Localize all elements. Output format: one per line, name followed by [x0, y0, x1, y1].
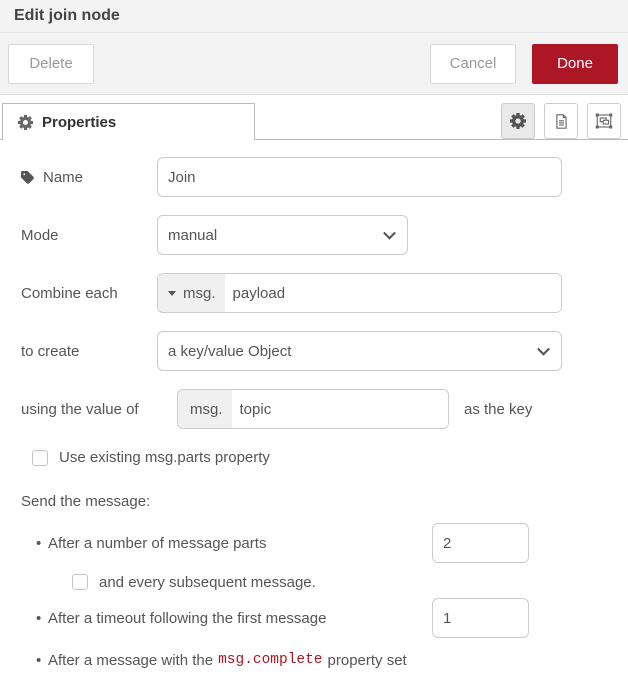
done-button[interactable]: Done	[532, 44, 618, 84]
dialog-toolbar: Delete Cancel Done	[0, 33, 628, 95]
complete-code: msg.complete	[213, 652, 327, 668]
timeout-row: • After a timeout following the first me…	[36, 598, 628, 638]
complete-text-after: property set	[328, 652, 407, 669]
key-typed-input: msg.	[177, 389, 449, 429]
tab-buttons	[501, 103, 621, 139]
properties-tab-button[interactable]	[501, 103, 535, 139]
complete-row: • After a message with the msg.complete …	[36, 645, 628, 675]
tab-properties-label: Properties	[42, 114, 116, 131]
to-create-select[interactable]: a key/value Object	[157, 331, 562, 371]
send-heading: Send the message:	[21, 493, 628, 510]
complete-text-before: After a message with the	[48, 652, 213, 669]
to-create-row: to create a key/value Object	[21, 331, 628, 371]
cancel-button[interactable]: Cancel	[430, 44, 516, 84]
combine-label: Combine each	[21, 285, 157, 302]
key-label: using the value of	[21, 401, 177, 418]
name-label-text: Name	[43, 169, 83, 186]
name-row: Name	[21, 157, 628, 197]
timeout-label: After a timeout following the first mess…	[48, 610, 432, 627]
bullet: •	[36, 652, 48, 669]
use-parts-row: Use existing msg.parts property	[32, 449, 628, 466]
msg-prefix-label: msg.	[183, 285, 216, 302]
subsequent-checkbox[interactable]	[72, 574, 88, 590]
combine-row: Combine each msg.	[21, 273, 628, 313]
use-parts-label: Use existing msg.parts property	[59, 449, 270, 466]
caret-down-icon	[168, 291, 176, 296]
object-group-icon	[595, 112, 613, 130]
mode-row: Mode manual	[21, 215, 628, 255]
tab-properties[interactable]: Properties	[2, 103, 255, 140]
gear-icon	[510, 113, 526, 129]
bullet: •	[36, 535, 48, 552]
gear-icon	[18, 115, 33, 130]
combine-property-input[interactable]	[225, 274, 561, 312]
mode-select[interactable]: manual	[157, 215, 408, 255]
to-create-select-wrap: a key/value Object	[157, 331, 562, 371]
properties-panel: Name Mode manual Combine each msg.	[0, 140, 628, 675]
timeout-input[interactable]	[432, 598, 529, 638]
subsequent-label: and every subsequent message.	[99, 574, 316, 591]
combine-label-text: Combine each	[21, 285, 118, 302]
key-suffix-text: as the key	[464, 401, 532, 418]
edit-join-node-dialog: Edit join node Delete Cancel Done	[0, 0, 628, 675]
combine-typed-input: msg.	[157, 273, 562, 313]
mode-select-wrap: manual	[157, 215, 408, 255]
to-create-label: to create	[21, 343, 157, 360]
bullet: •	[36, 610, 48, 627]
dialog-title: Edit join node	[14, 7, 120, 25]
dialog-header: Edit join node	[0, 0, 628, 33]
description-tab-button[interactable]	[544, 103, 578, 139]
key-label-text: using the value of	[21, 401, 139, 418]
tag-icon	[21, 170, 36, 185]
count-input[interactable]	[432, 523, 529, 563]
subsequent-row: and every subsequent message.	[72, 572, 628, 592]
msg-prefix-label: msg.	[178, 390, 232, 428]
appearance-tab-button[interactable]	[587, 103, 621, 139]
to-create-label-text: to create	[21, 343, 79, 360]
key-row: using the value of msg. as the key	[21, 389, 628, 429]
property-type-button[interactable]: msg.	[158, 274, 225, 312]
mode-label: Mode	[21, 227, 157, 244]
mode-label-text: Mode	[21, 227, 59, 244]
name-label: Name	[21, 169, 157, 186]
use-parts-checkbox[interactable]	[32, 450, 48, 466]
count-row: • After a number of message parts	[36, 523, 628, 563]
count-label: After a number of message parts	[48, 535, 432, 552]
tab-bar: Properties	[0, 95, 628, 140]
delete-button[interactable]: Delete	[8, 44, 94, 84]
key-property-input[interactable]	[232, 390, 448, 428]
document-icon	[553, 113, 570, 130]
name-input[interactable]	[157, 157, 562, 197]
